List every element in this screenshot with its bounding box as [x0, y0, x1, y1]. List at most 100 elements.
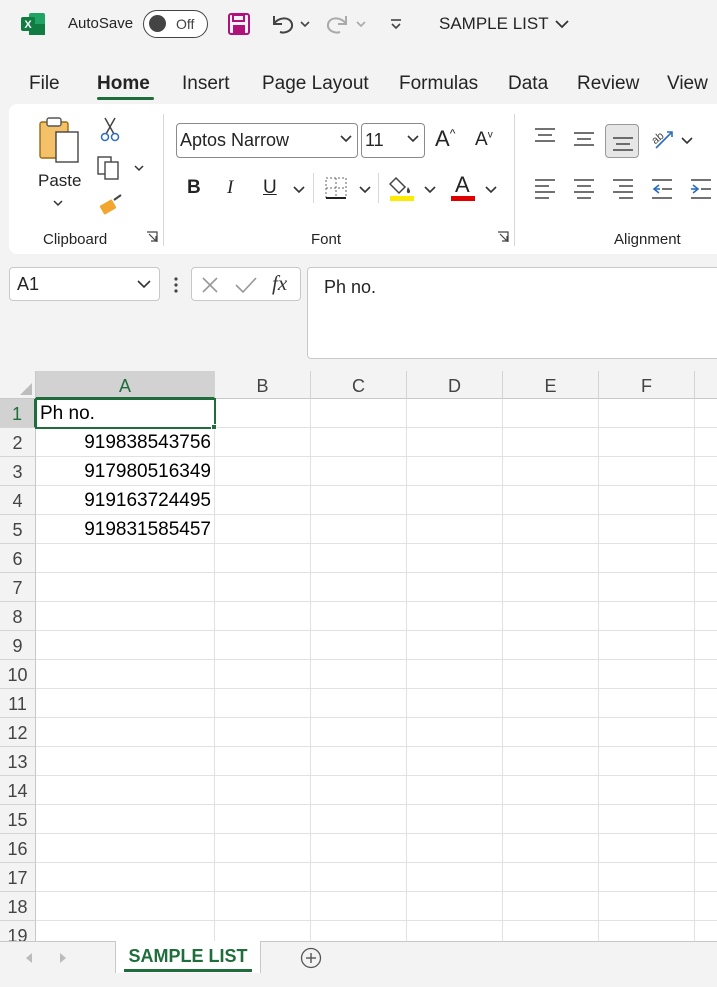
underline-button[interactable]: U: [263, 177, 277, 199]
row-header-19[interactable]: 19: [0, 921, 36, 941]
paste-button[interactable]: Paste: [34, 114, 84, 207]
gridline: [36, 804, 717, 805]
dialog-launcher-icon[interactable]: [146, 231, 158, 243]
cancel-icon[interactable]: [201, 276, 219, 294]
tab-home[interactable]: Home: [97, 73, 150, 95]
tab-review[interactable]: Review: [577, 73, 639, 95]
fill-handle[interactable]: [211, 424, 217, 430]
align-center-icon[interactable]: [572, 176, 596, 200]
cell-a5[interactable]: 919831585457: [37, 515, 214, 543]
row-header-3[interactable]: 3: [0, 457, 36, 486]
scroll-right-icon[interactable]: [58, 952, 68, 964]
column-header-e[interactable]: E: [503, 371, 599, 399]
align-middle-icon[interactable]: [572, 128, 596, 150]
copy-icon: [97, 156, 119, 180]
name-box[interactable]: A1: [9, 267, 160, 301]
save-icon[interactable]: [226, 9, 252, 39]
chevron-down-icon: [134, 165, 144, 172]
cut-icon[interactable]: [100, 116, 120, 142]
row-header-15[interactable]: 15: [0, 805, 36, 834]
gridline: [598, 399, 599, 941]
row-header-2[interactable]: 2: [0, 428, 36, 457]
sheet-tab-sample-list[interactable]: SAMPLE LIST: [115, 941, 261, 974]
document-title[interactable]: SAMPLE LIST: [439, 14, 569, 34]
row-header-5[interactable]: 5: [0, 515, 36, 544]
align-left-icon[interactable]: [533, 176, 557, 200]
format-painter-icon[interactable]: [98, 194, 124, 218]
row-header-4[interactable]: 4: [0, 486, 36, 515]
autosave-toggle[interactable]: Off: [143, 10, 208, 38]
row-header-10[interactable]: 10: [0, 660, 36, 689]
italic-button[interactable]: I: [227, 177, 233, 199]
decrease-indent-icon[interactable]: [650, 176, 674, 200]
undo-icon[interactable]: [268, 9, 312, 39]
row-header-1[interactable]: 1: [0, 399, 36, 428]
orientation-icon[interactable]: ab: [650, 126, 676, 152]
font-color-button[interactable]: A: [451, 172, 477, 202]
row-header-7[interactable]: 7: [0, 573, 36, 602]
tab-formulas[interactable]: Formulas: [399, 73, 478, 95]
cell-a3[interactable]: 917980516349: [37, 457, 214, 485]
redo-icon[interactable]: [324, 9, 370, 39]
column-header-g[interactable]: [695, 371, 717, 399]
align-bottom-button[interactable]: [605, 124, 639, 158]
customize-toolbar-icon[interactable]: [386, 9, 406, 39]
insert-function-button[interactable]: fx: [272, 271, 287, 296]
copy-button[interactable]: [96, 155, 146, 183]
tab-data[interactable]: Data: [508, 73, 548, 95]
tab-page-layout[interactable]: Page Layout: [262, 73, 369, 95]
tab-view[interactable]: View: [667, 73, 708, 95]
add-sheet-icon[interactable]: [300, 947, 322, 969]
tab-file[interactable]: File: [29, 73, 60, 95]
svg-text:ab: ab: [650, 130, 666, 147]
row-header-6[interactable]: 6: [0, 544, 36, 573]
excel-logo-icon[interactable]: X: [20, 12, 46, 36]
increase-indent-icon[interactable]: [689, 176, 713, 200]
align-top-icon[interactable]: [533, 126, 557, 148]
row-header-9[interactable]: 9: [0, 631, 36, 660]
chevron-down-icon[interactable]: [293, 185, 305, 195]
column-header-c[interactable]: C: [311, 371, 407, 399]
row-header-17[interactable]: 17: [0, 863, 36, 892]
cell-a2[interactable]: 919838543756: [37, 428, 214, 456]
chevron-down-icon[interactable]: [681, 136, 693, 146]
cell-a4[interactable]: 919163724495: [37, 486, 214, 514]
select-all-button[interactable]: [0, 371, 36, 399]
chevron-down-icon[interactable]: [359, 185, 371, 195]
grow-font-button[interactable]: A^: [435, 126, 455, 152]
row-header-14[interactable]: 14: [0, 776, 36, 805]
font-group-label: Font: [311, 231, 342, 248]
column-header-b[interactable]: B: [215, 371, 311, 399]
more-options-icon[interactable]: [174, 277, 178, 293]
bold-button[interactable]: B: [187, 177, 201, 199]
gridline: [36, 833, 717, 834]
row-header-8[interactable]: 8: [0, 602, 36, 631]
font-name-select[interactable]: Aptos Narrow: [176, 123, 358, 158]
column-header-a[interactable]: A: [36, 371, 215, 399]
gridline: [694, 399, 695, 941]
row-header-12[interactable]: 12: [0, 718, 36, 747]
chevron-down-icon[interactable]: [485, 185, 497, 195]
gridline: [36, 543, 717, 544]
column-header-f[interactable]: F: [599, 371, 695, 399]
dialog-launcher-icon[interactable]: [497, 231, 509, 243]
tab-insert[interactable]: Insert: [182, 73, 230, 95]
align-right-icon[interactable]: [611, 176, 635, 200]
formula-input[interactable]: Ph no.: [307, 267, 717, 359]
gridline: [36, 717, 717, 718]
enter-check-icon[interactable]: [234, 276, 258, 294]
row-header-18[interactable]: 18: [0, 892, 36, 921]
spreadsheet-grid[interactable]: A B C D E F 1 2 3 4 5 6 7 8 9 10 11 12 1…: [0, 371, 717, 941]
scroll-left-icon[interactable]: [24, 952, 34, 964]
row-header-11[interactable]: 11: [0, 689, 36, 718]
font-size-select[interactable]: 11: [361, 123, 425, 158]
clipboard-group-label: Clipboard: [43, 231, 108, 248]
row-header-13[interactable]: 13: [0, 747, 36, 776]
row-header-16[interactable]: 16: [0, 834, 36, 863]
shrink-font-button[interactable]: Av: [475, 129, 493, 151]
column-header-d[interactable]: D: [407, 371, 503, 399]
borders-icon[interactable]: [324, 176, 348, 200]
fill-color-icon[interactable]: [389, 174, 415, 202]
gridline: [36, 659, 717, 660]
chevron-down-icon[interactable]: [424, 185, 436, 195]
